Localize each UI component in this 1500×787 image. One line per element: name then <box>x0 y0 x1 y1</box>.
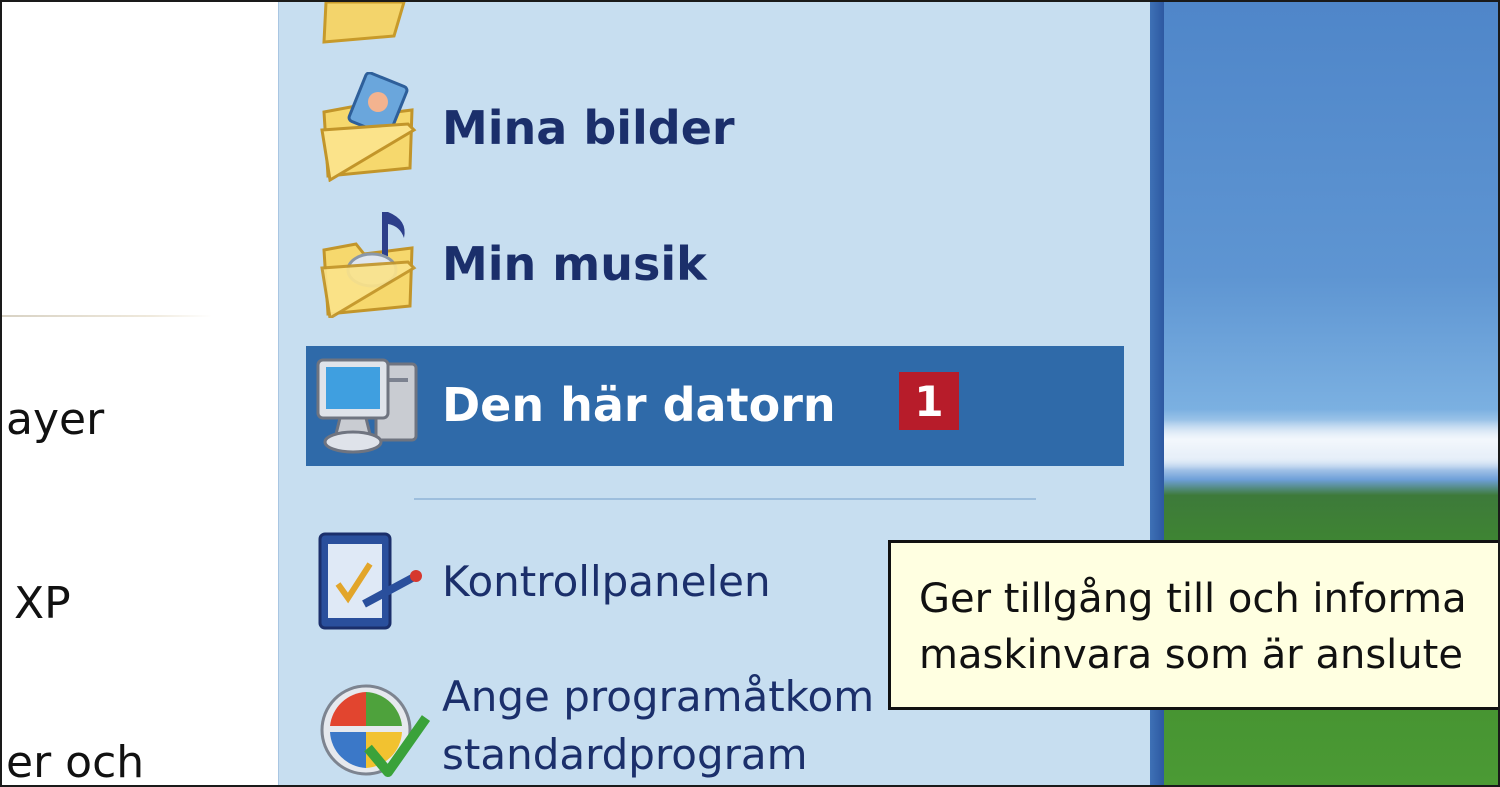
menu-item-my-pictures[interactable]: Mina bilder <box>320 72 1140 184</box>
tooltip: Ger tillgång till och informa maskinvara… <box>888 540 1498 710</box>
step-number-badge: 1 <box>899 372 959 430</box>
left-item-tour-xp[interactable]: XP <box>14 578 71 629</box>
menu-item-control-panel[interactable]: Kontrollpanelen <box>312 526 872 638</box>
tooltip-line-2: maskinvara som är anslute <box>919 632 1463 678</box>
menu-item-label: Den här datorn <box>442 378 836 432</box>
left-item-media-player[interactable]: ayer <box>6 394 104 445</box>
menu-item-label: Mina bilder <box>442 101 735 155</box>
menu-item-label-line2: standardprogram <box>442 730 808 779</box>
menu-item-label: Min musik <box>442 237 707 291</box>
documents-folder-icon <box>322 2 406 44</box>
tooltip-line-1: Ger tillgång till och informa <box>919 576 1467 622</box>
set-program-access-icon <box>320 684 430 777</box>
menu-separator <box>414 498 1036 500</box>
start-menu-left-pane: ayer XP er och <box>2 2 278 785</box>
menu-item-set-program-access[interactable]: Ange programåtkom standardprogram <box>312 668 892 785</box>
menu-item-label-line1: Ange programåtkom <box>442 672 875 721</box>
music-folder-icon <box>320 212 417 318</box>
my-computer-icon <box>316 358 418 454</box>
left-item-files-settings[interactable]: er och <box>6 737 144 785</box>
menu-item-label: Kontrollpanelen <box>442 557 771 606</box>
left-pane-separator <box>2 315 212 317</box>
control-panel-icon <box>318 532 422 630</box>
pictures-folder-icon <box>320 72 417 182</box>
menu-item-my-music[interactable]: Min musik <box>320 208 1140 320</box>
wallpaper-cloud <box>1164 420 1498 470</box>
screenshot-frame: ayer XP er och Mina bilder Min musik Den… <box>0 0 1500 787</box>
